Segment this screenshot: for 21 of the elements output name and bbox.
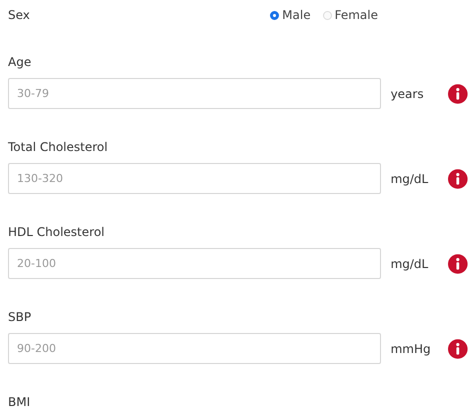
radio-option[interactable]: Male xyxy=(270,8,311,22)
field-label: Sex xyxy=(8,7,30,24)
unit-label: mg/dL xyxy=(390,256,430,270)
field-label: HDL Cholesterol xyxy=(8,224,106,241)
unit-label: mmHg xyxy=(390,342,432,356)
input-field[interactable]: 20-100 xyxy=(8,248,381,279)
field-label: SBP xyxy=(8,309,32,326)
info-icon[interactable] xyxy=(448,338,468,358)
input-field[interactable]: 130-320 xyxy=(8,163,381,194)
radio-option[interactable]: Female xyxy=(322,8,378,22)
radio-button[interactable] xyxy=(270,10,280,20)
info-icon[interactable] xyxy=(448,168,468,188)
info-icon[interactable] xyxy=(448,254,468,274)
info-icon[interactable] xyxy=(448,84,468,104)
field-label: Age xyxy=(8,54,32,71)
unit-label: years xyxy=(390,86,425,100)
input-field[interactable]: 30-79 xyxy=(8,78,381,109)
field-label: BMI xyxy=(8,394,32,411)
field-label: Total Cholesterol xyxy=(8,139,109,156)
input-field[interactable]: 90-200 xyxy=(8,333,381,364)
unit-label: mg/dL xyxy=(390,172,430,186)
